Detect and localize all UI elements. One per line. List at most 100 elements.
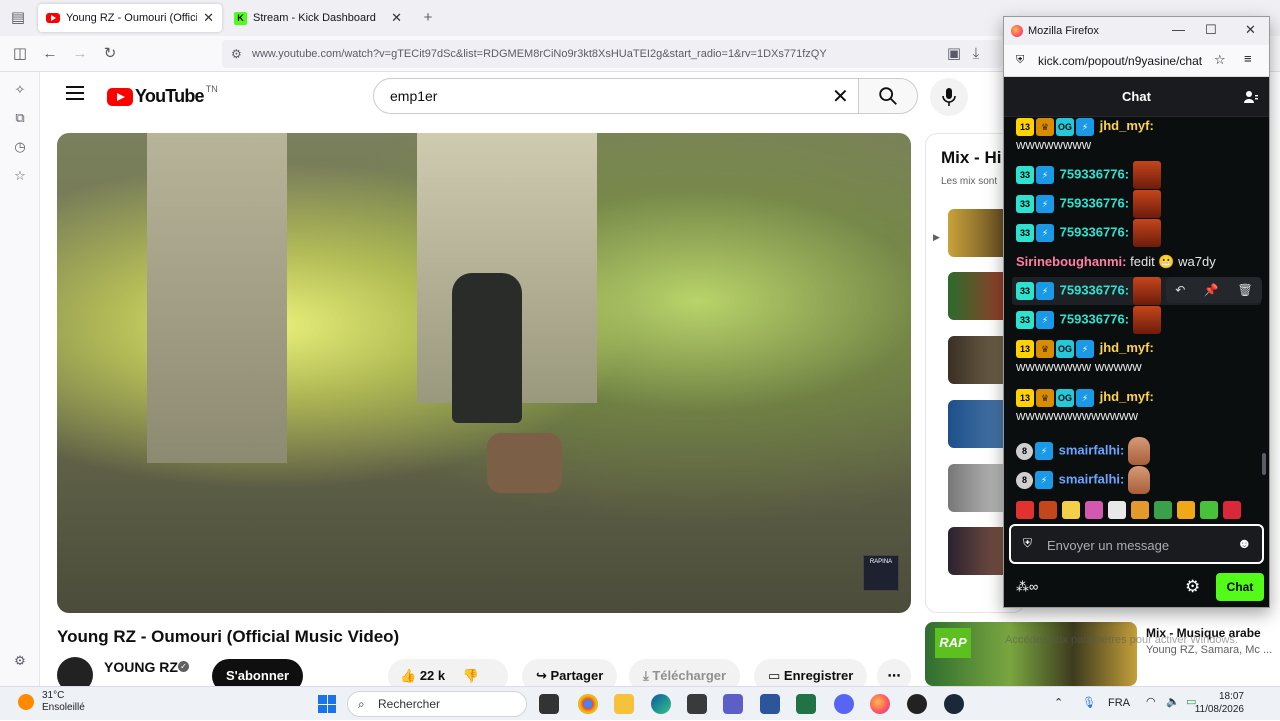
close-tab-icon[interactable]: ✕ [203,10,214,26]
kick-points-icon[interactable]: ⁂∞ [1016,579,1038,595]
chat-username[interactable]: Sirineboughanmi [1016,254,1122,269]
chrome-icon[interactable] [578,694,598,714]
obs-icon[interactable] [907,694,927,714]
share-button[interactable]: ↪ Partager [522,659,618,686]
file-explorer-icon[interactable] [614,694,634,714]
firefox-icon[interactable] [870,694,890,714]
tab-kick-dashboard[interactable]: K Stream - Kick Dashboard ✕ [226,4,410,32]
pin-icon[interactable]: 📌 [1204,283,1219,297]
minimize-icon[interactable]: — [1172,22,1185,37]
download-button[interactable]: ⤓ Télécharger [629,659,741,686]
edge-icon[interactable] [651,694,671,714]
chat-message[interactable]: Sirineboughanmi: fedit 😬 wa7dy [1016,253,1259,271]
tab-list-icon[interactable]: ▤ [8,8,28,28]
chat-message[interactable]: 8 ⚡ smairfalhi: [1016,437,1259,465]
taskbar-search[interactable]: ⌕ Rechercher [347,691,527,717]
chat-message[interactable]: 13 ♛ OG ⚡ jhd_myf: wwwwwwww [1016,117,1259,154]
new-tab-icon[interactable]: + [418,8,438,28]
emote-icon[interactable] [1154,501,1172,519]
chat-username[interactable]: jhd_myf [1100,118,1150,133]
store-icon[interactable] [687,694,707,714]
chat-username[interactable]: 759336776 [1060,282,1125,297]
chat-username[interactable]: jhd_myf [1100,340,1150,355]
site-info-icon[interactable]: ⛨ [1016,54,1024,67]
teams-icon[interactable] [723,694,743,714]
chat-message[interactable]: 13 ♛ OG ⚡ jhd_myf: wwwwwwww wwwww [1016,339,1259,376]
wifi-icon[interactable]: ◠ [1146,695,1156,708]
search-input[interactable]: emp1er [373,78,859,114]
chat-message[interactable]: 33 ⚡ 759336776: [1016,161,1259,189]
menu-icon[interactable]: ≡ [1244,51,1252,66]
mix-title[interactable]: Mix - Hi [941,148,1001,168]
emote-icon[interactable] [1016,501,1034,519]
sidebar-toggle-icon[interactable]: ◫ [10,44,30,64]
users-icon[interactable] [1243,89,1259,105]
emote-icon[interactable] [1108,501,1126,519]
delete-icon[interactable]: 🗑 [1237,283,1252,297]
avatar[interactable] [57,657,93,686]
subscribe-button[interactable]: S'abonner [212,659,304,686]
customize-icon[interactable]: ⚙ [12,653,28,669]
chevron-up-icon[interactable]: ⌃ [1054,696,1063,709]
settings-gear-icon[interactable]: ⚙ [1185,577,1200,597]
chat-message[interactable]: 8 ⚡ smairfalhi: [1016,466,1259,494]
clock[interactable]: 18:07 11/08/2026 [1195,690,1244,716]
reply-icon[interactable]: ↶ [1175,283,1185,297]
close-tab-icon[interactable]: ✕ [391,10,402,26]
like-button[interactable]: 👍 22 k 👎 [388,659,508,686]
forward-icon[interactable]: → [70,44,90,64]
chat-message[interactable]: 13 ♛ OG ⚡ jhd_myf: wwwwwwwwwwwww [1016,388,1259,425]
chat-message-input[interactable]: ⛨ ☻ [1009,524,1264,564]
chat-username[interactable]: 759336776 [1060,166,1125,181]
chat-username[interactable]: 759336776 [1060,224,1125,239]
thumbs-down-icon[interactable]: 👎 [463,668,479,683]
more-actions-button[interactable]: ⋯ [877,659,911,686]
task-view-icon[interactable] [539,694,559,714]
chat-username[interactable]: jhd_myf [1100,389,1150,404]
bookmark-star-icon[interactable]: ☆ [1214,52,1226,68]
send-chat-button[interactable]: Chat [1216,573,1264,601]
channel-watermark[interactable]: RAPINA [863,555,899,591]
emote-icon[interactable] [1131,501,1149,519]
chat-input-field[interactable] [1047,535,1227,555]
back-icon[interactable]: ← [40,44,60,64]
close-icon[interactable]: ✕ [1245,22,1256,38]
url-bar[interactable]: ⚙ www.youtube.com/watch?v=gTECit97dSc&li… [222,40,1002,68]
voice-search-button[interactable] [930,78,968,116]
save-button[interactable]: ▭ Enregistrer [754,659,868,686]
download-icon[interactable]: ⤓ [966,44,986,64]
emote-icon[interactable] [1085,501,1103,519]
shield-icon[interactable]: ⛨ [1023,536,1032,551]
emote-icon[interactable] [1200,501,1218,519]
popout-titlebar[interactable]: Mozilla Firefox — ☐ ✕ [1004,17,1269,45]
history-icon[interactable]: ◷ [12,139,28,155]
clear-search-icon[interactable]: ✕ [832,84,849,109]
chat-username[interactable]: 759336776 [1060,311,1125,326]
search-button[interactable] [858,78,918,114]
windows-start-icon[interactable] [318,695,336,713]
chat-username[interactable]: smairfalhi [1059,471,1120,486]
chat-username[interactable]: smairfalhi [1059,442,1120,457]
volume-icon[interactable]: 🔈 [1166,695,1180,708]
weather-widget[interactable]: 31°C Ensoleillé [18,690,85,714]
emote-icon[interactable] [1223,501,1241,519]
maximize-icon[interactable]: ☐ [1205,22,1217,38]
chat-message[interactable]: 33 ⚡ 759336776: [1016,306,1259,334]
emote-icon[interactable] [1177,501,1195,519]
popout-url-bar[interactable]: ⛨ kick.com/popout/n9yasine/chat ☆ ≡ [1004,45,1269,77]
tab-youtube[interactable]: Young RZ - Oumouri (Offici ✕ [38,4,222,32]
chat-scrollbar[interactable] [1262,453,1266,475]
channel-name[interactable]: YOUNG RZ [104,659,178,675]
emote-icon[interactable] [1062,501,1080,519]
discord-icon[interactable] [834,694,854,714]
emote-icon[interactable] [1039,501,1057,519]
reload-icon[interactable]: ↻ [100,44,120,64]
synced-tabs-icon[interactable]: ⧉ [12,110,28,126]
site-info-icon[interactable]: ⚙ [231,47,242,61]
ai-chat-icon[interactable]: ✧ [12,82,28,98]
recommended-mix-card[interactable]: RAP Mix - Musique arabe Young RZ, Samara… [925,622,1280,686]
emoji-icon[interactable]: ☻ [1237,535,1252,551]
recommendation-thumbnail[interactable]: RAP [925,622,1137,686]
menu-icon[interactable] [66,86,84,104]
steam-icon[interactable] [944,694,964,714]
